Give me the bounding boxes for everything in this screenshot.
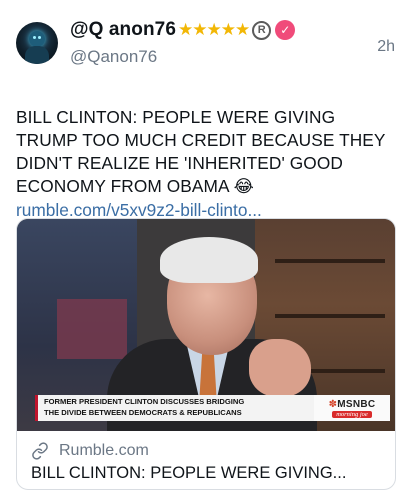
network-name: ✽MSNBC bbox=[329, 399, 376, 410]
bookshelf bbox=[275, 314, 385, 318]
studio-panel bbox=[57, 299, 127, 359]
avatar[interactable] bbox=[16, 22, 58, 64]
display-name[interactable]: @Q anon76 bbox=[70, 19, 176, 41]
bookshelf bbox=[275, 259, 385, 263]
link-icon bbox=[32, 442, 48, 460]
network-label: MSNBC bbox=[337, 398, 376, 410]
peacock-icon: ✽ bbox=[328, 398, 338, 410]
star-badges: ★★★★★ bbox=[178, 20, 250, 39]
tv-caption: FORMER PRESIDENT CLINTON DISCUSSES BRIDG… bbox=[35, 395, 314, 421]
card-footer[interactable]: Rumble.com BILL CLINTON: PEOPLE WERE GIV… bbox=[17, 431, 395, 483]
post-header: @Q anon76 ★★★★★ R ✓ @Qanon76 bbox=[16, 18, 396, 72]
link-preview-card[interactable]: FORMER PRESIDENT CLINTON DISCUSSES BRIDG… bbox=[16, 218, 396, 490]
post-text: BILL CLINTON: PEOPLE WERE GIVING TRUMP T… bbox=[16, 107, 386, 196]
card-domain-row: Rumble.com bbox=[31, 442, 381, 460]
tv-caption-line-2: THE DIVIDE BETWEEN DEMOCRATS & REPUBLICA… bbox=[44, 407, 242, 417]
registered-icon: R bbox=[252, 20, 272, 40]
network-logo: ✽MSNBC morning joe bbox=[314, 395, 390, 421]
author-block: @Q anon76 ★★★★★ R ✓ @Qanon76 bbox=[70, 18, 396, 67]
person-hair bbox=[160, 237, 258, 283]
person-hand bbox=[249, 339, 311, 397]
avatar-figure-body bbox=[25, 46, 49, 64]
tv-lower-third: FORMER PRESIDENT CLINTON DISCUSSES BRIDG… bbox=[35, 395, 390, 421]
preview-image[interactable]: FORMER PRESIDENT CLINTON DISCUSSES BRIDG… bbox=[17, 219, 395, 431]
verified-badge-icon: ✓ bbox=[275, 20, 296, 40]
user-handle[interactable]: @Qanon76 bbox=[70, 47, 396, 67]
show-name: morning joe bbox=[332, 410, 372, 418]
post-timestamp[interactable]: 2h bbox=[377, 38, 395, 56]
card-title[interactable]: BILL CLINTON: PEOPLE WERE GIVING... bbox=[31, 464, 381, 483]
tv-caption-line-1: FORMER PRESIDENT CLINTON DISCUSSES BRIDG… bbox=[44, 397, 245, 406]
card-domain: Rumble.com bbox=[59, 442, 149, 459]
avatar-figure-head bbox=[29, 31, 45, 47]
avatar-eyes bbox=[33, 36, 36, 39]
name-row: @Q anon76 ★★★★★ R ✓ bbox=[70, 18, 396, 42]
